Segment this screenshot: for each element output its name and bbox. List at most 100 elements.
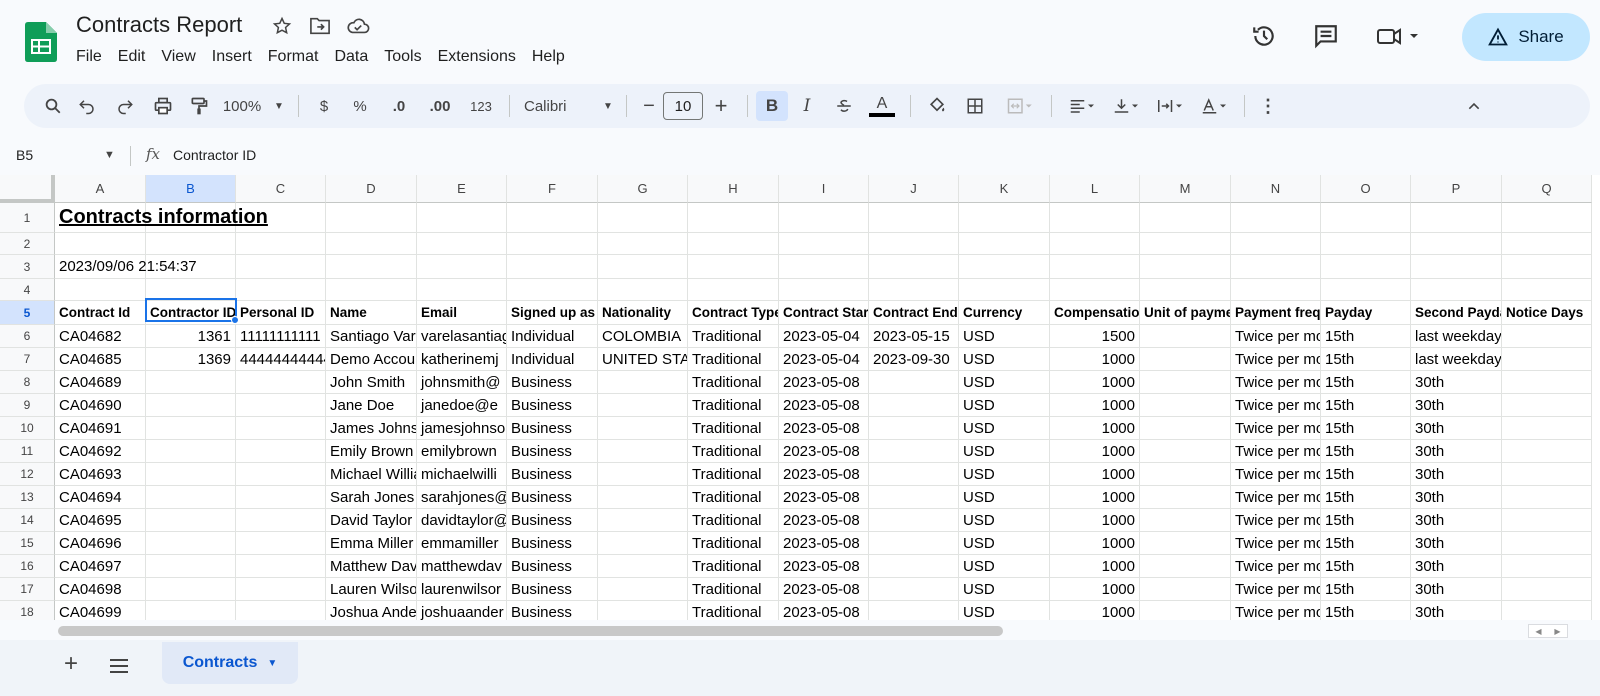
cell-q3[interactable] bbox=[1502, 255, 1592, 279]
cell-a3[interactable]: 2023/09/06 21:54:37 bbox=[55, 255, 197, 279]
cell-e11[interactable]: emilybrown bbox=[417, 440, 507, 463]
cell-d10[interactable]: James Johnson bbox=[326, 417, 417, 440]
row-header-3[interactable]: 3 bbox=[0, 255, 55, 279]
redo-icon[interactable] bbox=[106, 91, 144, 121]
cell-m10[interactable] bbox=[1140, 417, 1231, 440]
cell-b10[interactable] bbox=[146, 417, 236, 440]
cell-d8[interactable]: John Smith bbox=[326, 371, 417, 394]
share-button[interactable]: Share bbox=[1462, 13, 1590, 61]
cell-c2[interactable] bbox=[236, 233, 326, 255]
cell-i11[interactable]: 2023-05-08 bbox=[779, 440, 869, 463]
cell-a1[interactable]: Contracts information bbox=[55, 203, 268, 233]
cell-k15[interactable]: USD bbox=[959, 532, 1050, 555]
cell-e1[interactable] bbox=[417, 203, 507, 233]
cell-a15[interactable]: CA04696 bbox=[55, 532, 146, 555]
cell-m3[interactable] bbox=[1140, 255, 1231, 279]
cell-k5[interactable]: Currency bbox=[959, 301, 1050, 325]
cell-k16[interactable]: USD bbox=[959, 555, 1050, 578]
cell-n2[interactable] bbox=[1231, 233, 1321, 255]
cell-j1[interactable] bbox=[869, 203, 959, 233]
cell-g3[interactable] bbox=[598, 255, 688, 279]
cell-c11[interactable] bbox=[236, 440, 326, 463]
cell-d7[interactable]: Demo Account bbox=[326, 348, 417, 371]
cell-a12[interactable]: CA04693 bbox=[55, 463, 146, 486]
collapse-toolbar-icon[interactable] bbox=[1459, 91, 1489, 121]
cell-k14[interactable]: USD bbox=[959, 509, 1050, 532]
cell-d11[interactable]: Emily Brown bbox=[326, 440, 417, 463]
cell-m9[interactable] bbox=[1140, 394, 1231, 417]
cell-j17[interactable] bbox=[869, 578, 959, 601]
cell-b17[interactable] bbox=[146, 578, 236, 601]
cell-h16[interactable]: Traditional bbox=[688, 555, 779, 578]
more-formats-button[interactable]: 123 bbox=[461, 91, 501, 121]
cell-j6[interactable]: 2023-05-15 bbox=[869, 325, 959, 348]
cell-m16[interactable] bbox=[1140, 555, 1231, 578]
cell-q8[interactable] bbox=[1502, 371, 1592, 394]
column-header-q[interactable]: Q bbox=[1502, 175, 1592, 203]
cell-d3[interactable] bbox=[326, 255, 417, 279]
cell-f3[interactable] bbox=[507, 255, 598, 279]
cell-i17[interactable]: 2023-05-08 bbox=[779, 578, 869, 601]
cell-f12[interactable]: Business bbox=[507, 463, 598, 486]
cell-g10[interactable] bbox=[598, 417, 688, 440]
fill-handle[interactable] bbox=[231, 316, 239, 324]
cell-i9[interactable]: 2023-05-08 bbox=[779, 394, 869, 417]
row-header-14[interactable]: 14 bbox=[0, 509, 55, 532]
cell-e15[interactable]: emmamiller bbox=[417, 532, 507, 555]
cell-k10[interactable]: USD bbox=[959, 417, 1050, 440]
menu-file[interactable]: File bbox=[68, 46, 110, 68]
sheets-logo-icon[interactable] bbox=[25, 22, 57, 62]
cell-l2[interactable] bbox=[1050, 233, 1140, 255]
column-header-p[interactable]: P bbox=[1411, 175, 1502, 203]
row-header-12[interactable]: 12 bbox=[0, 463, 55, 486]
cell-c10[interactable] bbox=[236, 417, 326, 440]
search-menus-icon[interactable] bbox=[38, 91, 68, 121]
cell-f8[interactable]: Business bbox=[507, 371, 598, 394]
cell-a11[interactable]: CA04692 bbox=[55, 440, 146, 463]
cell-h9[interactable]: Traditional bbox=[688, 394, 779, 417]
column-header-l[interactable]: L bbox=[1050, 175, 1140, 203]
cell-a13[interactable]: CA04694 bbox=[55, 486, 146, 509]
cell-a7[interactable]: CA04685 bbox=[55, 348, 146, 371]
zoom-dropdown-icon[interactable]: ▼ bbox=[268, 91, 290, 121]
cell-l8[interactable]: 1000 bbox=[1050, 371, 1140, 394]
vertical-align-icon[interactable] bbox=[1104, 91, 1148, 121]
cell-p3[interactable] bbox=[1411, 255, 1502, 279]
italic-button[interactable]: I bbox=[788, 91, 826, 121]
column-header-j[interactable]: J bbox=[869, 175, 959, 203]
cell-a8[interactable]: CA04689 bbox=[55, 371, 146, 394]
cell-j16[interactable] bbox=[869, 555, 959, 578]
font-size-input[interactable]: 10 bbox=[663, 92, 703, 120]
cell-j13[interactable] bbox=[869, 486, 959, 509]
cell-o11[interactable]: 15th bbox=[1321, 440, 1411, 463]
cell-a4[interactable] bbox=[55, 279, 146, 301]
cell-m7[interactable] bbox=[1140, 348, 1231, 371]
cell-h12[interactable]: Traditional bbox=[688, 463, 779, 486]
cell-p6[interactable]: last weekday bbox=[1411, 325, 1502, 348]
move-folder-icon[interactable] bbox=[308, 14, 332, 38]
cell-o8[interactable]: 15th bbox=[1321, 371, 1411, 394]
cell-e9[interactable]: janedoe@e bbox=[417, 394, 507, 417]
cell-h1[interactable] bbox=[688, 203, 779, 233]
cell-j12[interactable] bbox=[869, 463, 959, 486]
cell-h5[interactable]: Contract Type bbox=[688, 301, 779, 325]
cell-p17[interactable]: 30th bbox=[1411, 578, 1502, 601]
cell-l1[interactable] bbox=[1050, 203, 1140, 233]
cell-f10[interactable]: Business bbox=[507, 417, 598, 440]
column-header-f[interactable]: F bbox=[507, 175, 598, 203]
column-header-d[interactable]: D bbox=[326, 175, 417, 203]
meet-icon[interactable] bbox=[1374, 22, 1422, 50]
select-all-corner[interactable] bbox=[0, 175, 55, 203]
cell-d5[interactable]: Name bbox=[326, 301, 417, 325]
merge-cells-icon[interactable] bbox=[995, 91, 1043, 121]
currency-format-button[interactable]: $ bbox=[307, 91, 341, 121]
column-header-b[interactable]: B bbox=[146, 175, 236, 203]
cell-f13[interactable]: Business bbox=[507, 486, 598, 509]
font-dropdown-icon[interactable]: ▼ bbox=[598, 91, 618, 121]
cell-q12[interactable] bbox=[1502, 463, 1592, 486]
cell-i10[interactable]: 2023-05-08 bbox=[779, 417, 869, 440]
cell-o7[interactable]: 15th bbox=[1321, 348, 1411, 371]
column-header-i[interactable]: I bbox=[779, 175, 869, 203]
cell-n17[interactable]: Twice per month bbox=[1231, 578, 1321, 601]
cell-f9[interactable]: Business bbox=[507, 394, 598, 417]
